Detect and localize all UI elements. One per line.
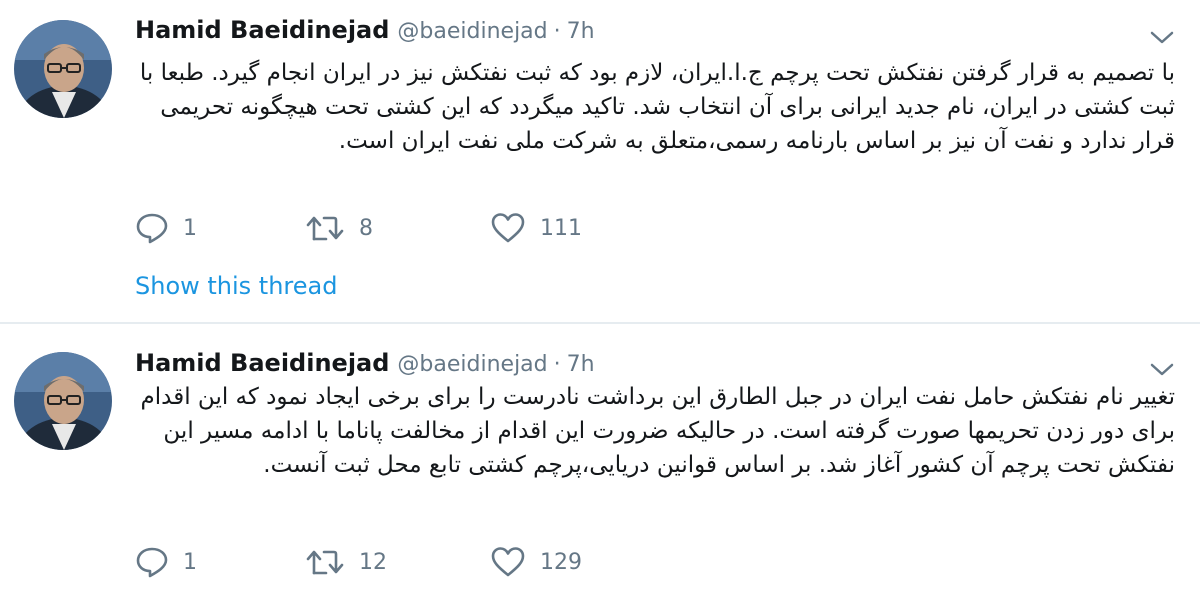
like-count: 129 [540, 549, 582, 575]
tweet-actions: 1 8 111 [135, 208, 582, 248]
reply-button[interactable]: 1 [135, 212, 305, 244]
author-handle[interactable]: @baeidinejad [397, 19, 547, 44]
author-name[interactable]: Hamid Baeidinejad [135, 349, 389, 377]
like-count: 111 [540, 215, 582, 241]
timestamp[interactable]: 7h [567, 19, 595, 44]
like-button[interactable]: 111 [490, 212, 582, 244]
heart-icon [490, 212, 526, 244]
tweet[interactable]: Hamid Baeidinejad @baeidinejad · 7h با ت… [0, 0, 1200, 322]
author-handle[interactable]: @baeidinejad [397, 352, 547, 377]
retweet-button[interactable]: 12 [305, 547, 490, 577]
author-name[interactable]: Hamid Baeidinejad [135, 16, 389, 44]
tweet-text: تغییر نام نفتکش حامل نفت ایران در جبل ال… [140, 384, 1175, 478]
avatar[interactable] [14, 20, 112, 118]
chevron-down-icon[interactable] [1148, 28, 1176, 48]
timestamp[interactable]: 7h [567, 352, 595, 377]
separator: · [553, 19, 561, 44]
retweet-icon [305, 213, 345, 243]
tweet-text: با تصمیم به قرار گرفتن نفتکش تحت پرچم ج.… [139, 60, 1175, 154]
tweet-header: Hamid Baeidinejad @baeidinejad · 7h [135, 16, 595, 52]
like-button[interactable]: 129 [490, 546, 582, 578]
reply-count: 1 [183, 215, 197, 241]
retweet-count: 8 [359, 215, 373, 241]
avatar[interactable] [14, 352, 112, 450]
tweet[interactable]: Hamid Baeidinejad @baeidinejad · 7h تغیی… [0, 324, 1200, 595]
reply-button[interactable]: 1 [135, 546, 305, 578]
show-thread-link[interactable]: Show this thread [135, 272, 337, 300]
reply-icon [135, 212, 169, 244]
retweet-count: 12 [359, 549, 387, 575]
tweet-actions: 1 12 129 [135, 542, 582, 582]
retweet-button[interactable]: 8 [305, 213, 490, 243]
separator: · [553, 352, 561, 377]
reply-icon [135, 546, 169, 578]
heart-icon [490, 546, 526, 578]
reply-count: 1 [183, 549, 197, 575]
retweet-icon [305, 547, 345, 577]
chevron-down-icon[interactable] [1148, 360, 1176, 380]
